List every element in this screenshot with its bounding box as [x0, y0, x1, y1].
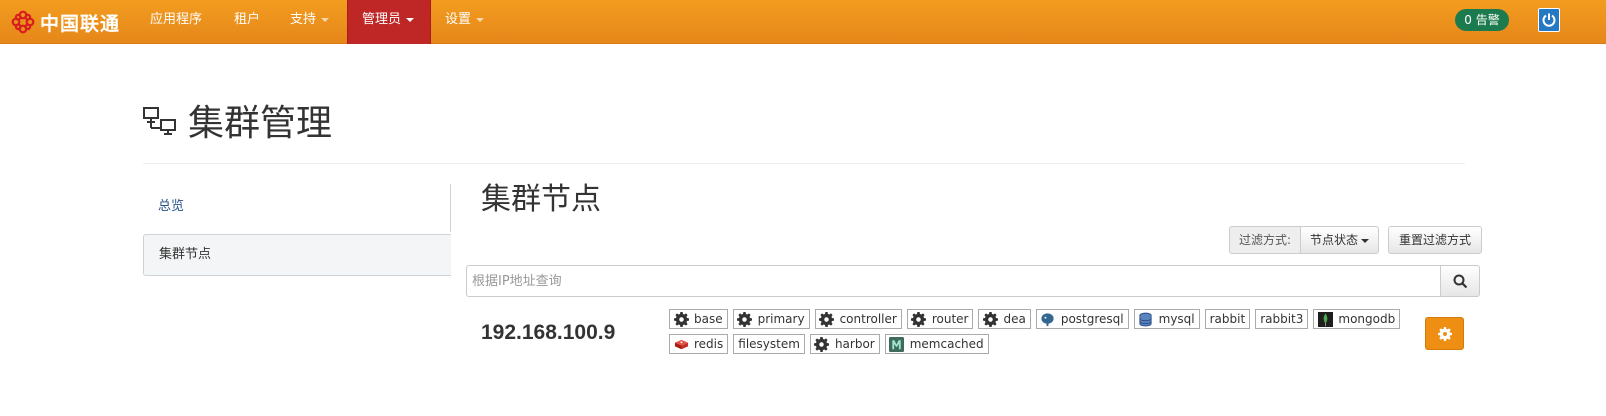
- filter-button-label: 节点状态: [1310, 233, 1359, 247]
- gear-icon: [737, 311, 753, 327]
- nav-item-applications[interactable]: 应用程序: [136, 0, 216, 44]
- caret-down-icon: [321, 17, 330, 22]
- unicom-logo-icon: [11, 10, 35, 34]
- role-tag-dea: dea: [978, 309, 1031, 329]
- filter-group: 过滤方式: 节点状态: [1229, 226, 1380, 254]
- role-tag-redis: redis: [669, 334, 729, 354]
- top-navbar: 中国联通 应用程序 租户 支持 管理员 设置 0 告警: [0, 0, 1606, 44]
- role-tag-label: controller: [839, 312, 897, 326]
- sidebar-item-overview[interactable]: 总览: [143, 184, 451, 230]
- nav-item-settings[interactable]: 设置: [431, 0, 498, 44]
- role-tag-label: postgresql: [1060, 312, 1124, 326]
- sidebar: 总览 集群节点: [143, 184, 451, 276]
- gear-icon: [911, 311, 927, 327]
- reset-filter-button[interactable]: 重置过滤方式: [1388, 226, 1483, 254]
- role-tag-label: filesystem: [738, 337, 800, 351]
- nav-item-admin[interactable]: 管理员: [347, 0, 431, 44]
- gear-icon: [814, 336, 830, 352]
- caret-down-icon: [476, 17, 485, 22]
- page-header: 集群管理: [143, 100, 1465, 164]
- postgresql-icon: [1040, 311, 1056, 327]
- role-tag-label: primary: [757, 312, 805, 326]
- role-tag-label: base: [694, 312, 723, 326]
- nav-item-support[interactable]: 支持: [276, 0, 343, 44]
- gear-icon: [982, 311, 998, 327]
- node-status-filter-button[interactable]: 节点状态: [1301, 226, 1380, 254]
- caret-down-icon: [406, 17, 415, 22]
- database-icon: [1138, 311, 1154, 327]
- search-icon: [1453, 274, 1467, 288]
- nav-label: 设置: [445, 12, 472, 27]
- role-tag-base: base: [669, 309, 728, 329]
- section-title: 集群节点: [481, 182, 601, 217]
- sidebar-item-label: 总览: [158, 199, 185, 214]
- search-bar: [466, 265, 1480, 297]
- nav-label: 租户: [234, 12, 261, 27]
- role-tag-label: rabbit: [1209, 312, 1246, 326]
- page-title: 集群管理: [188, 103, 333, 144]
- gear-icon: [819, 311, 835, 327]
- memcached-icon: [889, 336, 905, 352]
- role-tag-memcached: memcached: [884, 334, 989, 354]
- mongodb-icon: [1317, 311, 1333, 327]
- search-button[interactable]: [1440, 265, 1480, 297]
- node-role-tags: base primary controller router dea postgresql…: [669, 309, 1419, 354]
- role-tag-mongodb: mongodb: [1313, 309, 1401, 329]
- gear-icon: [1437, 326, 1452, 341]
- role-tag-label: memcached: [909, 337, 984, 351]
- role-tag-label: mongodb: [1338, 312, 1396, 326]
- role-tag-harbor: harbor: [809, 334, 880, 354]
- cluster-icon: [143, 107, 176, 135]
- node-ip-address: 192.168.100.9: [481, 321, 616, 344]
- nav-label: 应用程序: [150, 12, 203, 27]
- role-tag-label: harbor: [834, 337, 875, 351]
- role-tag-label: dea: [1003, 312, 1026, 326]
- sidebar-item-cluster-nodes[interactable]: 集群节点: [143, 234, 451, 276]
- search-input[interactable]: [466, 265, 1440, 297]
- brand-name: 中国联通: [40, 12, 121, 35]
- role-tag-postgresql: postgresql: [1035, 309, 1129, 329]
- gear-icon: [673, 311, 689, 327]
- sidebar-item-label: 集群节点: [159, 247, 212, 262]
- role-tag-label: mysql: [1158, 312, 1195, 326]
- nav-label: 支持: [290, 12, 317, 27]
- power-icon: [1542, 13, 1556, 27]
- nav-item-tenants[interactable]: 租户: [220, 0, 274, 44]
- brand[interactable]: 中国联通: [10, 6, 120, 38]
- role-tag-mysql: mysql: [1133, 309, 1200, 329]
- role-tag-rabbit: rabbit: [1204, 309, 1251, 329]
- role-tag-rabbit3: rabbit3: [1255, 309, 1309, 329]
- caret-down-icon: [1361, 238, 1370, 243]
- role-tag-router: router: [906, 309, 974, 329]
- filter-label: 过滤方式:: [1229, 226, 1302, 254]
- role-tag-label: router: [931, 312, 969, 326]
- nav-label: 管理员: [362, 12, 402, 27]
- sidebar-divider: [450, 184, 451, 232]
- alerts-badge[interactable]: 0 告警: [1455, 9, 1509, 31]
- role-tag-controller: controller: [814, 309, 902, 329]
- node-settings-button[interactable]: [1425, 317, 1464, 350]
- role-tag-label: redis: [694, 337, 724, 351]
- role-tag-primary: primary: [732, 309, 810, 329]
- role-tag-filesystem: filesystem: [733, 334, 805, 354]
- redis-icon: [673, 336, 689, 352]
- role-tag-label: rabbit3: [1260, 312, 1304, 326]
- logout-button[interactable]: [1538, 8, 1560, 32]
